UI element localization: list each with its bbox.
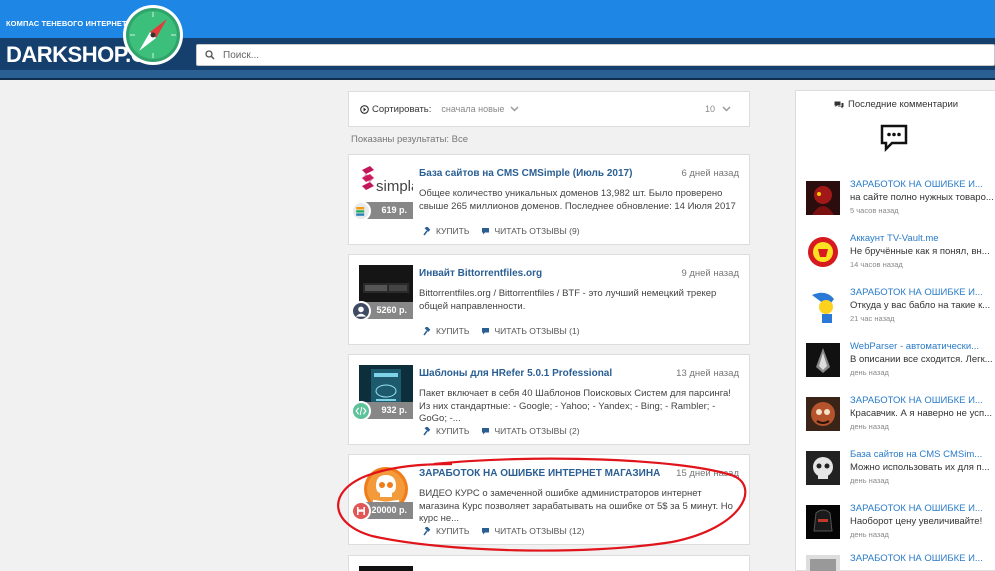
avatar: [806, 451, 840, 485]
per-page-select[interactable]: 10: [705, 104, 715, 114]
layers-category-icon: [351, 201, 371, 221]
comment-text: Не бручённые как я понял, вн...: [850, 246, 990, 257]
comments-icon: [834, 101, 844, 108]
comment-text: на сайте полно нужных товаро...: [850, 192, 994, 203]
avatar: [806, 505, 840, 539]
product-title-link[interactable]: Шаблоны для HRefer 5.0.1 Professional: [419, 368, 612, 379]
comment-item[interactable]: ЗАРАБОТОК НА ОШИБКЕ И...: [806, 553, 995, 571]
comment-time: 5 часов назад: [850, 206, 899, 215]
comment-text: В описании все сходится. Легк...: [850, 354, 993, 365]
header-divider: [0, 70, 995, 78]
sort-icon: [360, 104, 369, 114]
product-thumbnail[interactable]: [359, 566, 413, 571]
product-description: Общее количество уникальных доменов 13,9…: [419, 188, 736, 212]
recent-comments-panel: Последние комментарии ЗАРАБОТОК НА ОШИБК…: [795, 90, 995, 571]
comment-text: Красавчик. А я наверно не усп...: [850, 408, 993, 419]
product-card: [348, 555, 750, 571]
avatar: [806, 343, 840, 377]
compass-logo-icon[interactable]: [122, 4, 184, 66]
product-card: simpla 619 р. База сайтов на CMS CMSimpl…: [348, 154, 750, 245]
reviews-label: ЧИТАТЬ ОТЗЫВЫ (2): [494, 426, 580, 436]
site-tagline: КОМПАС ТЕНЕВОГО ИНТЕРНЕТА: [6, 19, 132, 28]
comment-item[interactable]: WebParser - автоматически... В описании …: [806, 341, 995, 381]
comment-time: 21 час назад: [850, 314, 895, 323]
search-bar[interactable]: [196, 44, 995, 66]
sort-label: Сортировать:: [372, 103, 432, 115]
product-card: 5260 р. Инвайт Bittorrentfiles.org 9 дне…: [348, 254, 750, 345]
comment-title[interactable]: ЗАРАБОТОК НА ОШИБКЕ И...: [850, 287, 983, 298]
comment-icon: [482, 328, 490, 335]
sort-order-select[interactable]: сначала новые: [441, 104, 504, 114]
user-category-icon: [351, 301, 371, 321]
recent-comments-title: Последние комментарии: [848, 99, 959, 110]
comment-item[interactable]: ЗАРАБОТОК НА ОШИБКЕ И... Наоборот цену у…: [806, 503, 995, 543]
comment-text: Можно использовать их для п...: [850, 462, 990, 473]
gavel-icon: [423, 426, 431, 435]
comment-title[interactable]: Аккаунт TV-Vault.me: [850, 233, 939, 244]
comment-title[interactable]: ЗАРАБОТОК НА ОШИБКЕ И...: [850, 179, 983, 190]
product-description: Пакет включает в себя 40 Шаблонов Поиско…: [419, 388, 731, 424]
gavel-icon: [423, 226, 431, 235]
avatar: [806, 289, 840, 323]
search-input[interactable]: [223, 49, 983, 61]
comment-text: Откуда у вас бабло на такие к...: [850, 300, 991, 311]
comment-time: день назад: [850, 476, 889, 485]
comment-text: Наоборот цену увеличивайте!: [850, 516, 983, 527]
avatar: [806, 397, 840, 431]
comment-item[interactable]: База сайтов на CMS CMSim... Можно исполь…: [806, 449, 995, 489]
comment-time: день назад: [850, 422, 889, 431]
buy-label: КУПИТЬ: [436, 426, 470, 436]
recent-comments-heading: Последние комментарии: [834, 99, 958, 110]
comment-title[interactable]: База сайтов на CMS CMSim...: [850, 449, 982, 460]
comment-time: 14 часов назад: [850, 260, 903, 269]
product-description: Bittorrentfiles.org / Bittorrentfiles / …: [419, 288, 717, 312]
comment-icon: [482, 428, 490, 435]
code-category-icon: [351, 401, 371, 421]
comment-item[interactable]: ЗАРАБОТОК НА ОШИБКЕ И... Откуда у вас ба…: [806, 287, 995, 327]
gavel-icon: [423, 326, 431, 335]
read-reviews-button[interactable]: ЧИТАТЬ ОТЗЫВЫ (2): [481, 426, 580, 436]
buy-button[interactable]: КУПИТЬ: [423, 226, 469, 236]
search-icon: [205, 50, 215, 60]
results-summary: Показаны результаты: Все: [351, 134, 469, 145]
comment-title[interactable]: WebParser - автоматически...: [850, 341, 979, 352]
buy-button[interactable]: КУПИТЬ: [423, 326, 469, 336]
comment-item[interactable]: ЗАРАБОТОК НА ОШИБКЕ И... на сайте полно …: [806, 179, 995, 219]
comment-title[interactable]: ЗАРАБОТОК НА ОШИБКЕ И...: [850, 395, 983, 406]
read-reviews-button[interactable]: ЧИТАТЬ ОТЗЫВЫ (1): [481, 326, 580, 336]
simpla-logo-text: simpla: [376, 178, 413, 195]
comment-item[interactable]: Аккаунт TV-Vault.me Не бручённые как я п…: [806, 233, 995, 273]
chat-bubble-icon: [880, 124, 908, 152]
comment-time: день назад: [850, 530, 889, 539]
buy-button[interactable]: КУПИТЬ: [423, 426, 469, 436]
sort-bar: Сортировать: сначала новые 10: [348, 91, 750, 127]
read-reviews-button[interactable]: ЧИТАТЬ ОТЗЫВЫ (9): [481, 226, 580, 236]
product-date: 13 дней назад: [676, 368, 739, 379]
reviews-label: ЧИТАТЬ ОТЗЫВЫ (1): [494, 326, 580, 336]
buy-label: КУПИТЬ: [436, 226, 470, 236]
product-title-link[interactable]: База сайтов на CMS CMSimple (Июль 2017): [419, 168, 632, 179]
chevron-down-icon[interactable]: [510, 106, 519, 112]
product-date: 6 дней назад: [681, 168, 739, 179]
avatar: [806, 555, 840, 571]
product-card: 932 р. Шаблоны для HRefer 5.0.1 Professi…: [348, 354, 750, 445]
comment-icon: [482, 228, 490, 235]
product-title-link[interactable]: Инвайт Bittorrentfiles.org: [419, 268, 542, 279]
comment-title[interactable]: ЗАРАБОТОК НА ОШИБКЕ И...: [850, 553, 983, 564]
avatar: [806, 181, 840, 215]
product-date: 9 дней назад: [681, 268, 739, 279]
comment-title[interactable]: ЗАРАБОТОК НА ОШИБКЕ И...: [850, 503, 983, 514]
comment-time: день назад: [850, 368, 889, 377]
reviews-label: ЧИТАТЬ ОТЗЫВЫ (9): [494, 226, 580, 236]
avatar: [806, 235, 840, 269]
comment-item[interactable]: ЗАРАБОТОК НА ОШИБКЕ И... Красавчик. А я …: [806, 395, 995, 435]
buy-label: КУПИТЬ: [436, 326, 470, 336]
chevron-down-icon[interactable]: [722, 106, 731, 112]
red-ellipse-annotation: [337, 457, 747, 552]
header-divider-dark: [0, 78, 995, 80]
